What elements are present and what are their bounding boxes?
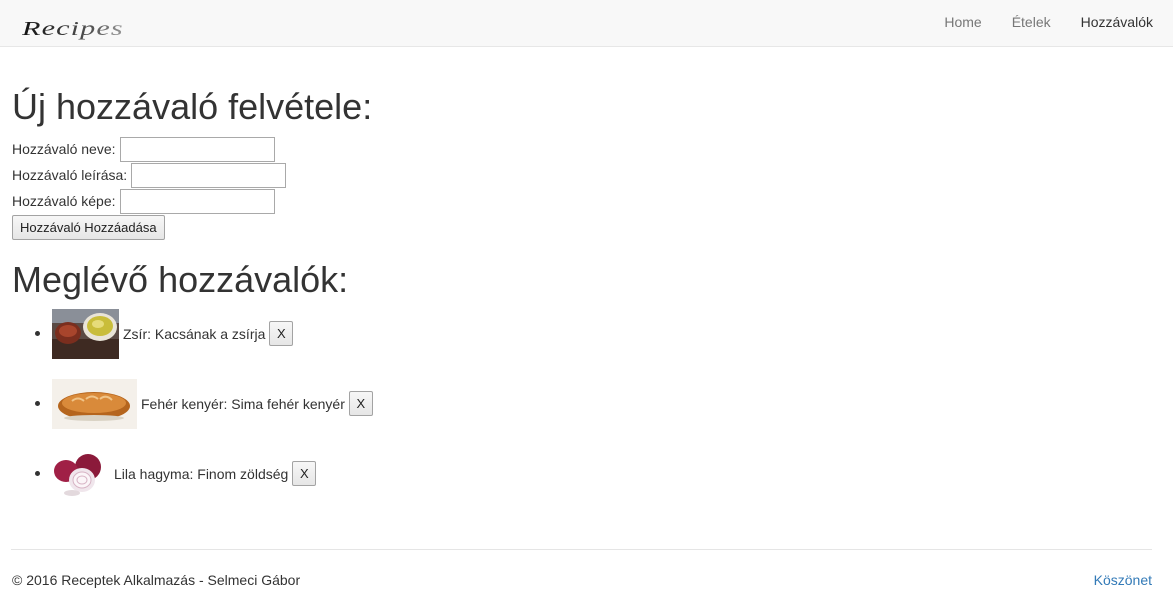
name-input[interactable]	[119, 136, 275, 162]
red-onion-image	[52, 449, 110, 499]
delete-button[interactable]: X	[292, 461, 317, 486]
delete-button[interactable]: X	[269, 321, 294, 346]
ingredient-text: Zsír: Kacsának a zsírja	[123, 326, 266, 342]
list-item: Zsír: Kacsának a zsírja X	[35, 309, 373, 379]
ingredient-text: Fehér kenyér: Sima fehér kenyér	[141, 396, 345, 412]
nav-etelek[interactable]: Ételek	[1012, 14, 1051, 30]
main-nav: Home Ételek Hozzávalók	[914, 0, 1153, 44]
list-item: Fehér kenyér: Sima fehér kenyér X	[35, 379, 373, 449]
footer-copyright: © 2016 Receptek Alkalmazás - Selmeci Gáb…	[12, 572, 301, 588]
navbar: Recipes Home Ételek Hozzávalók	[0, 0, 1173, 47]
footer-divider	[11, 549, 1152, 550]
bullet	[35, 331, 40, 336]
list-item: Lila hagyma: Finom zöldség X	[35, 449, 373, 519]
description-row: Hozzávaló leírása:	[12, 162, 287, 188]
name-label: Hozzávaló neve:	[12, 141, 116, 157]
description-label: Hozzávaló leírása:	[12, 167, 128, 183]
add-ingredient-heading: Új hozzávaló felvétele:	[12, 86, 373, 127]
nav-home[interactable]: Home	[944, 14, 981, 30]
recipes-logo-image: Recipes	[22, 17, 124, 40]
image-label: Hozzávaló képe:	[12, 193, 116, 209]
white-bread-image	[52, 379, 137, 429]
ingredient-text: Lila hagyma: Finom zöldség	[114, 466, 289, 482]
delete-button[interactable]: X	[348, 391, 373, 416]
svg-text:Recipes: Recipes	[22, 17, 124, 40]
name-row: Hozzávaló neve:	[12, 136, 275, 162]
bullet	[35, 401, 40, 406]
bullet	[35, 471, 40, 476]
ingredient-list: Zsír: Kacsának a zsírja X Fehér kenyér: …	[12, 309, 373, 519]
brand-logo[interactable]: Recipes	[22, 13, 204, 43]
description-input[interactable]	[131, 162, 287, 188]
thanks-link[interactable]: Köszönet	[1094, 572, 1152, 588]
duck-fat-image	[52, 309, 119, 359]
nav-hozzavalok[interactable]: Hozzávalók	[1081, 14, 1153, 30]
image-input[interactable]	[119, 188, 275, 214]
add-ingredient-button[interactable]: Hozzávaló Hozzáadása	[12, 215, 165, 240]
existing-ingredients-heading: Meglévő hozzávalók:	[12, 259, 349, 300]
image-row: Hozzávaló képe:	[12, 188, 275, 214]
